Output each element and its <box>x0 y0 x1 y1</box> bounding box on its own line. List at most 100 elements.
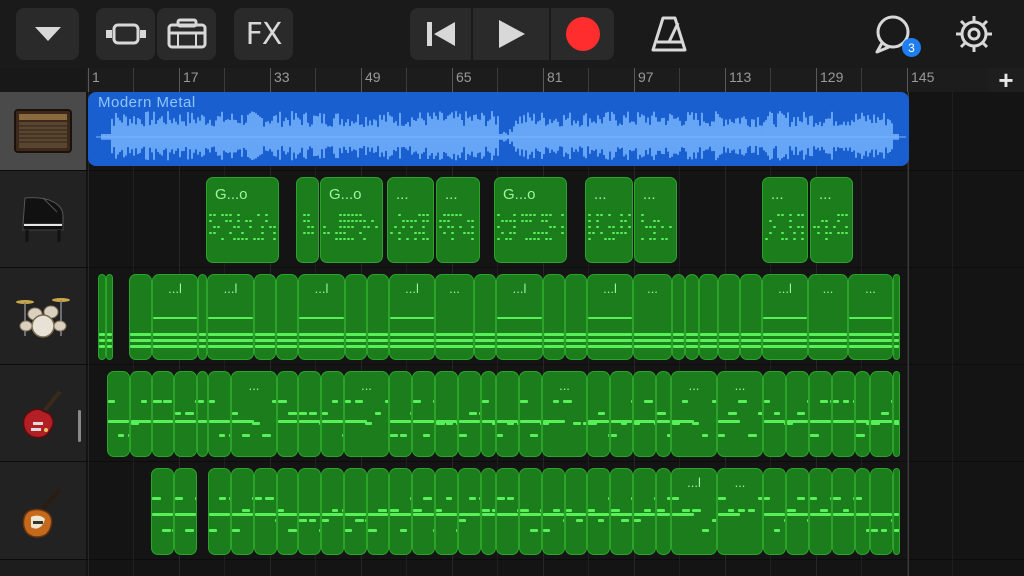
drums-region[interactable] <box>198 274 207 360</box>
guitar-region[interactable]: ... <box>231 371 277 457</box>
guitar-region[interactable] <box>174 371 197 457</box>
bass-region[interactable] <box>832 468 855 555</box>
bass-region[interactable] <box>786 468 809 555</box>
drums-region[interactable]: ...l <box>207 274 254 360</box>
bass-region[interactable] <box>254 468 277 555</box>
piano-region[interactable]: ... <box>436 177 480 263</box>
drums-region[interactable] <box>129 274 152 360</box>
bass-region[interactable] <box>519 468 542 555</box>
bass-region[interactable] <box>151 468 174 555</box>
drums-region[interactable] <box>345 274 367 360</box>
drums-region[interactable] <box>718 274 740 360</box>
tracks-view-button[interactable] <box>96 8 155 60</box>
guitar-region[interactable] <box>208 371 231 457</box>
drums-region[interactable] <box>672 274 685 360</box>
piano-region[interactable]: ... <box>585 177 633 263</box>
guitar-region[interactable] <box>870 371 893 457</box>
guitar-region[interactable] <box>786 371 809 457</box>
piano-region[interactable]: ... <box>634 177 677 263</box>
bass-region[interactable] <box>277 468 298 555</box>
piano-region[interactable] <box>296 177 319 263</box>
guitar-region[interactable] <box>277 371 298 457</box>
audio-region[interactable]: Modern Metal <box>88 92 909 166</box>
guitar-region[interactable] <box>496 371 519 457</box>
track-header-electric-guitar[interactable] <box>0 365 86 462</box>
mixer-button[interactable] <box>157 8 216 60</box>
guitar-region[interactable] <box>855 371 870 457</box>
piano-region[interactable]: ... <box>810 177 853 263</box>
guitar-region[interactable] <box>481 371 496 457</box>
bass-region[interactable] <box>344 468 367 555</box>
track-resize-handle[interactable] <box>78 410 81 442</box>
drums-region[interactable]: ...l <box>587 274 633 360</box>
guitar-region[interactable] <box>458 371 481 457</box>
guitar-region[interactable]: ... <box>344 371 389 457</box>
play-button[interactable] <box>473 8 549 60</box>
drums-region[interactable]: ... <box>848 274 893 360</box>
bass-region[interactable] <box>587 468 610 555</box>
bass-region[interactable] <box>435 468 458 555</box>
guitar-region[interactable] <box>832 371 855 457</box>
drums-region[interactable] <box>565 274 587 360</box>
guitar-region[interactable]: ... <box>717 371 763 457</box>
guitar-region[interactable] <box>656 371 671 457</box>
bass-region[interactable] <box>809 468 832 555</box>
guitar-region[interactable] <box>152 371 174 457</box>
piano-region[interactable]: G...o <box>320 177 383 263</box>
guitar-region[interactable] <box>893 371 900 457</box>
bass-region[interactable] <box>174 468 197 555</box>
drums-region[interactable]: ... <box>808 274 848 360</box>
guitar-region[interactable] <box>130 371 152 457</box>
track-header-bass[interactable] <box>0 462 86 560</box>
bass-region[interactable] <box>321 468 344 555</box>
drums-region[interactable]: ...l <box>298 274 345 360</box>
piano-region[interactable]: G...o <box>494 177 567 263</box>
browser-menu-button[interactable] <box>16 8 79 60</box>
drums-region[interactable]: ...l <box>762 274 808 360</box>
bass-region[interactable] <box>610 468 633 555</box>
guitar-region[interactable]: ... <box>542 371 587 457</box>
fx-button[interactable]: FX <box>234 8 293 60</box>
piano-region[interactable]: G...o <box>206 177 279 263</box>
guitar-region[interactable] <box>298 371 321 457</box>
drums-region[interactable] <box>543 274 565 360</box>
piano-region[interactable]: ... <box>387 177 434 263</box>
guitar-region[interactable] <box>412 371 435 457</box>
bass-region[interactable] <box>870 468 893 555</box>
piano-region[interactable]: ... <box>762 177 808 263</box>
bass-region[interactable] <box>893 468 900 555</box>
drums-region[interactable] <box>685 274 699 360</box>
record-button[interactable] <box>551 8 614 60</box>
bass-region[interactable] <box>389 468 412 555</box>
settings-button[interactable] <box>952 12 996 56</box>
bass-region[interactable] <box>496 468 519 555</box>
add-section-button[interactable]: + <box>988 67 1024 93</box>
drums-region[interactable] <box>106 274 113 360</box>
bass-region[interactable] <box>367 468 389 555</box>
bass-region[interactable] <box>763 468 786 555</box>
bar-ruler[interactable]: 1 17 33 49 65 81 97 113 129 145 <box>0 68 1024 93</box>
bass-region[interactable] <box>231 468 254 555</box>
guitar-region[interactable] <box>809 371 832 457</box>
bass-region[interactable] <box>481 468 496 555</box>
bass-region[interactable] <box>565 468 587 555</box>
drums-region[interactable] <box>740 274 762 360</box>
track-header-piano[interactable] <box>0 171 86 268</box>
drums-region[interactable]: ... <box>435 274 474 360</box>
bass-region[interactable] <box>412 468 435 555</box>
guitar-region[interactable] <box>107 371 130 457</box>
drums-region[interactable] <box>367 274 389 360</box>
guitar-region[interactable] <box>197 371 208 457</box>
track-header-drums[interactable] <box>0 268 86 365</box>
bass-region[interactable] <box>542 468 565 555</box>
drums-region[interactable] <box>699 274 718 360</box>
guitar-region[interactable] <box>633 371 656 457</box>
drums-region[interactable]: ... <box>633 274 672 360</box>
bass-region[interactable]: ...l <box>671 468 717 555</box>
track-header-amp[interactable] <box>0 92 86 171</box>
guitar-region[interactable] <box>610 371 633 457</box>
bass-region[interactable] <box>458 468 481 555</box>
guitar-region[interactable] <box>321 371 344 457</box>
guitar-region[interactable] <box>519 371 542 457</box>
bass-region[interactable] <box>656 468 671 555</box>
